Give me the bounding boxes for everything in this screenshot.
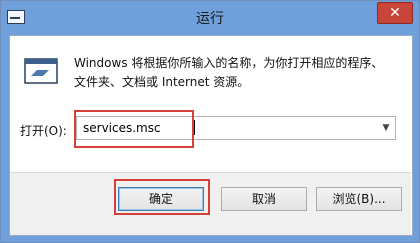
- window-title: 运行: [196, 11, 224, 27]
- title-bar[interactable]: 运行 ✕: [1, 1, 419, 35]
- ok-highlight-box: [114, 179, 210, 215]
- open-label: 打开(O):: [20, 124, 67, 138]
- close-button[interactable]: ✕: [377, 2, 413, 24]
- input-highlight-box: [74, 110, 194, 148]
- button-bar: 确定 取消 浏览(B)...: [10, 172, 411, 235]
- browse-button[interactable]: 浏览(B)...: [316, 187, 402, 211]
- description-text: Windows 将根据你所输入的名称，为你打开相应的程序、 文件夹、文档或 In…: [74, 54, 404, 92]
- run-dialog-window: 运行 ✕ Windows 将根据你所输入的名称，为你打开相应的程序、 文件夹、文…: [0, 0, 420, 243]
- description-line-1: Windows 将根据你所输入的名称，为你打开相应的程序、: [74, 56, 384, 70]
- chevron-down-icon[interactable]: ▼: [379, 120, 393, 136]
- run-dialog-icon: [24, 58, 58, 84]
- cancel-button[interactable]: 取消: [221, 187, 307, 211]
- text-caret: [194, 120, 195, 135]
- description-line-2: 文件夹、文档或 Internet 资源。: [74, 75, 250, 89]
